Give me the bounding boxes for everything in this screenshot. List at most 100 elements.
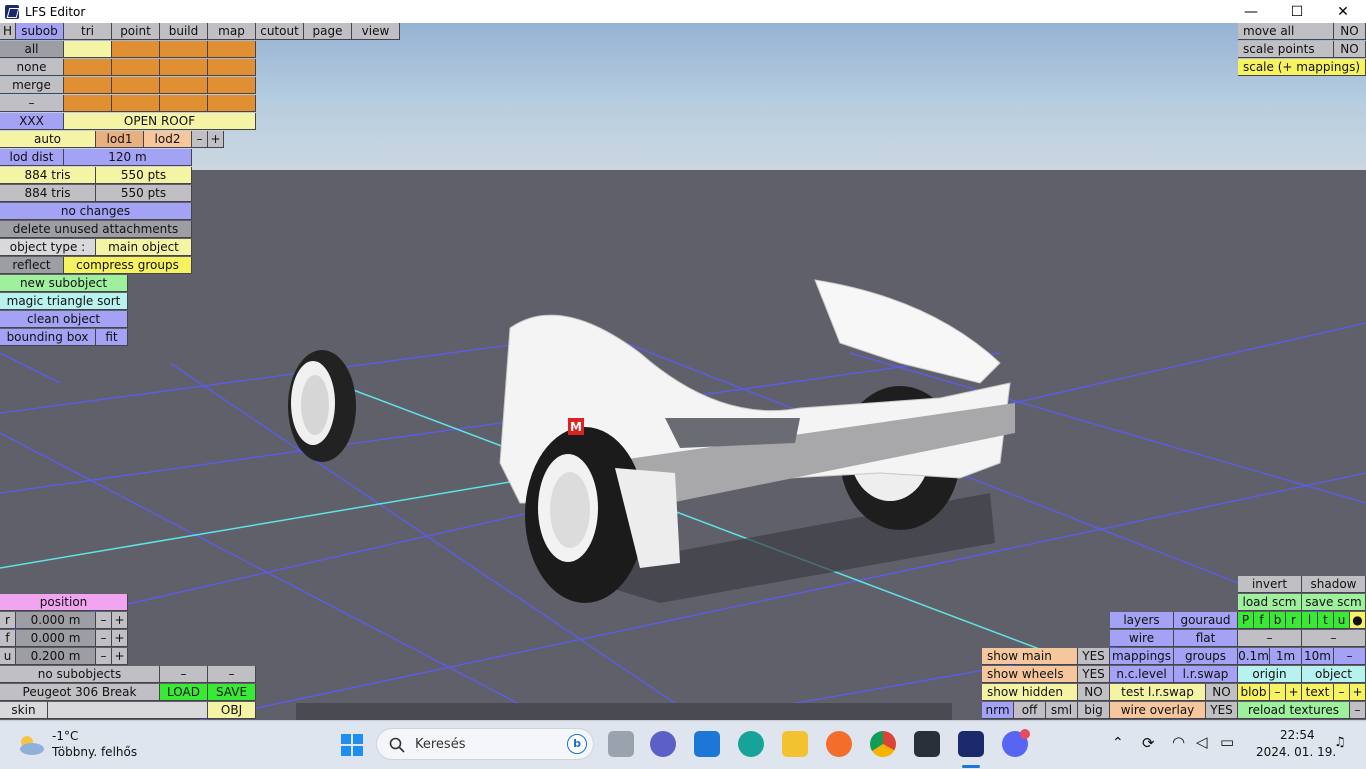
scale-points-label[interactable]: scale points <box>1238 41 1334 58</box>
h-button[interactable]: H <box>0 23 16 40</box>
lod-plus-button[interactable]: + <box>208 131 224 148</box>
menu-map[interactable]: map <box>208 23 256 40</box>
position-f-value[interactable]: 0.000 m <box>16 630 96 647</box>
select-none-button[interactable]: none <box>0 59 64 76</box>
wire-button[interactable]: wire <box>1110 630 1174 647</box>
position-f-minus[interactable]: – <box>96 630 112 647</box>
subobject-code[interactable]: XXX <box>0 113 64 130</box>
position-u-minus[interactable]: – <box>96 648 112 665</box>
dash-button[interactable]: – <box>0 95 64 112</box>
scale-mappings-button[interactable]: scale (+ mappings) <box>1238 59 1366 76</box>
blob-minus[interactable]: – <box>1270 684 1286 701</box>
battery-icon[interactable]: ▭ <box>1220 733 1234 751</box>
firefox-icon[interactable] <box>826 731 852 757</box>
blob-label[interactable]: blob <box>1238 684 1270 701</box>
wire-overlay-label[interactable]: wire overlay <box>1110 702 1206 719</box>
step-1m-button[interactable]: 1m <box>1270 648 1302 665</box>
menu-build[interactable]: build <box>160 23 208 40</box>
menu-view[interactable]: view <box>352 23 400 40</box>
object-type-value[interactable]: main object <box>96 239 192 256</box>
subobjects-dash-1[interactable]: – <box>160 666 208 683</box>
minimize-button[interactable]: — <box>1228 0 1274 23</box>
mail-icon[interactable] <box>694 731 720 757</box>
subobject-slot[interactable] <box>64 59 112 76</box>
sml-button[interactable]: sml <box>1046 702 1078 719</box>
test-lr-swap-value[interactable]: NO <box>1206 684 1238 701</box>
clock-date[interactable]: 2024. 01. 19. <box>1256 745 1336 759</box>
task-view-icon[interactable] <box>608 731 634 757</box>
reload-dash[interactable]: – <box>1350 702 1366 719</box>
subobject-slot[interactable] <box>64 77 112 94</box>
compress-groups-button[interactable]: compress groups <box>64 257 192 274</box>
groups-button[interactable]: groups <box>1174 648 1238 665</box>
file-explorer-icon[interactable] <box>782 731 808 757</box>
sync-icon[interactable]: ⟳ <box>1142 734 1155 752</box>
lod2-button[interactable]: lod2 <box>144 131 192 148</box>
lod-auto-button[interactable]: auto <box>0 131 96 148</box>
search-box[interactable]: Keresés b <box>376 728 594 760</box>
show-hidden-label[interactable]: show hidden <box>982 684 1078 701</box>
lfs-icon[interactable] <box>914 731 940 757</box>
nc-level-button[interactable]: n.c.level <box>1110 666 1174 683</box>
subobject-slot[interactable] <box>208 95 256 112</box>
off-button[interactable]: off <box>1014 702 1046 719</box>
menu-point[interactable]: point <box>112 23 160 40</box>
subobject-slot[interactable] <box>112 95 160 112</box>
car-name[interactable]: Peugeot 306 Break <box>0 684 160 701</box>
magic-triangle-sort-button[interactable]: magic triangle sort <box>0 293 128 310</box>
position-f-plus[interactable]: + <box>112 630 128 647</box>
clock-time[interactable]: 22:54 <box>1280 728 1315 742</box>
big-button[interactable]: big <box>1078 702 1110 719</box>
nrm-button[interactable]: nrm <box>982 702 1014 719</box>
lod1-button[interactable]: lod1 <box>96 131 144 148</box>
subobject-slot[interactable] <box>208 59 256 76</box>
reflect-button[interactable]: reflect <box>0 257 64 274</box>
wifi-icon[interactable]: ◠ <box>1172 733 1185 751</box>
show-main-label[interactable]: show main <box>982 648 1078 665</box>
flat-button[interactable]: flat <box>1174 630 1238 647</box>
edge-icon[interactable] <box>738 731 764 757</box>
wire-overlay-value[interactable]: YES <box>1206 702 1238 719</box>
clean-object-button[interactable]: clean object <box>0 311 128 328</box>
step-minus-button[interactable]: – <box>1334 648 1366 665</box>
layer-u-toggle[interactable]: u <box>1334 612 1350 629</box>
step-10m-button[interactable]: 10m <box>1302 648 1334 665</box>
dash-button-2[interactable]: – <box>1302 630 1366 647</box>
show-main-value[interactable]: YES <box>1078 648 1110 665</box>
new-subobject-button[interactable]: new subobject <box>0 275 128 292</box>
layer-p-toggle[interactable]: P <box>1238 612 1254 629</box>
subobject-slot[interactable] <box>208 41 256 58</box>
position-r-plus[interactable]: + <box>112 612 128 629</box>
move-all-value[interactable]: NO <box>1334 23 1366 40</box>
subobjects-dash-2[interactable]: – <box>208 666 256 683</box>
select-all-button[interactable]: all <box>0 41 64 58</box>
layer-b-toggle[interactable]: b <box>1270 612 1286 629</box>
bing-icon[interactable]: b <box>567 734 587 754</box>
move-all-label[interactable]: move all <box>1238 23 1334 40</box>
dash-button-1[interactable]: – <box>1238 630 1302 647</box>
lod-dist-value[interactable]: 120 m <box>64 149 192 166</box>
bounding-box-button[interactable]: bounding box <box>0 329 96 346</box>
subobject-slot[interactable] <box>160 77 208 94</box>
subobject-slot[interactable] <box>112 77 160 94</box>
shadow-button[interactable]: shadow <box>1302 576 1366 593</box>
subobject-slot[interactable] <box>112 59 160 76</box>
merge-button[interactable]: merge <box>0 77 64 94</box>
windows-start-icon[interactable] <box>340 733 364 757</box>
fit-button[interactable]: fit <box>96 329 128 346</box>
save-scm-button[interactable]: save scm <box>1302 594 1366 611</box>
object-button[interactable]: object <box>1302 666 1366 683</box>
origin-button[interactable]: origin <box>1238 666 1302 683</box>
position-r-minus[interactable]: – <box>96 612 112 629</box>
subobject-slot[interactable] <box>160 41 208 58</box>
chrome-icon[interactable] <box>870 731 896 757</box>
step-01m-button[interactable]: 0.1m <box>1238 648 1270 665</box>
layer-f-toggle[interactable]: f <box>1254 612 1270 629</box>
layer-r-toggle[interactable]: r <box>1286 612 1302 629</box>
show-wheels-label[interactable]: show wheels <box>982 666 1078 683</box>
lfs-editor-icon[interactable] <box>958 731 984 757</box>
no-changes-button[interactable]: no changes <box>0 203 192 220</box>
subobject-slot[interactable] <box>160 59 208 76</box>
chevron-up-icon[interactable]: ⌃ <box>1112 735 1124 751</box>
text-label[interactable]: text <box>1302 684 1334 701</box>
